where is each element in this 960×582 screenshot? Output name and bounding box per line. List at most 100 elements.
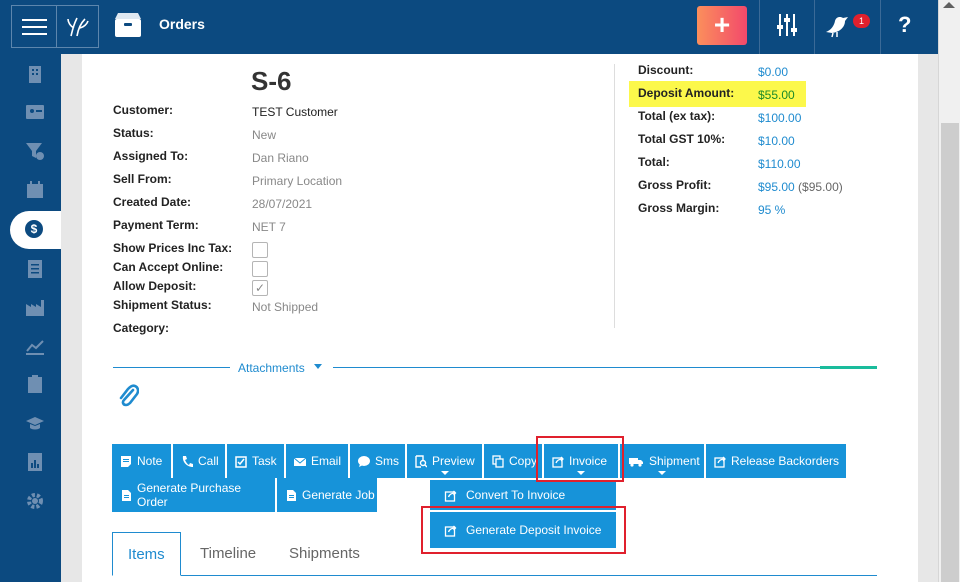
sms-button-label: Sms [375,454,399,468]
vertical-scrollbar[interactable] [938,0,960,582]
email-button[interactable]: Email [286,444,348,478]
copy-button[interactable]: Copy [484,444,542,478]
bird-notification-icon[interactable] [822,12,852,42]
box-icon [115,13,141,37]
created-date-value: 28/07/2021 [252,197,313,211]
created-date-label: Created Date: [113,195,192,209]
total-value: $110.00 [758,157,801,171]
show-prices-inc-tax-label: Show Prices Inc Tax: [113,241,233,255]
sidebar-settings-gear-icon[interactable] [20,491,50,513]
leaf-logo-icon [67,17,89,37]
sidebar-factory-icon[interactable] [20,298,50,320]
total-gst-value: $10.00 [758,134,795,148]
copy-button-label: Copy [509,454,538,468]
category-label: Category: [113,321,170,335]
email-button-label: Email [311,454,342,468]
sidebar-trend-chart-icon[interactable] [20,337,50,359]
menu-line [22,33,47,35]
total-ex-tax-value: $100.00 [758,111,802,125]
sms-button[interactable]: Sms [350,444,405,478]
share-export-icon [444,490,457,502]
allow-deposit-label: Allow Deposit: [113,279,197,293]
menu-line [22,19,47,21]
scrollbar-thumb[interactable] [941,123,959,582]
tab-items[interactable]: Items [112,532,181,576]
toolbar-divider [814,0,815,54]
copy-icon [492,454,504,468]
hamburger-menu-button[interactable] [11,5,56,48]
document-icon [122,489,131,501]
document-icon [287,489,296,501]
tab-timeline[interactable]: Timeline [200,532,256,576]
order-number: S-6 [251,66,292,96]
attachments-divider-left [113,367,230,368]
customer-label: Customer: [113,103,174,117]
generate-job-button[interactable]: Generate Job [277,478,377,512]
sidebar-graduation-cap-icon[interactable] [20,414,50,436]
preview-button[interactable]: Preview [407,444,482,478]
shipment-button-label: Shipment [649,454,700,468]
call-button[interactable]: Call [173,444,225,478]
preview-caret-icon [440,471,449,475]
preview-button-label: Preview [432,454,475,468]
paperclip-icon[interactable] [117,383,139,409]
invoice-highlight-box [536,436,624,482]
release-backorders-button[interactable]: Release Backorders [706,444,846,478]
gross-profit-value: $95.00 ($95.00) [758,180,843,194]
generate-purchase-order-label: Generate Purchase Order [137,481,242,509]
envelope-icon [294,457,306,466]
notification-count-badge: 1 [853,14,870,28]
release-backorders-button-label: Release Backorders [731,454,840,468]
sidebar: $ [0,54,61,582]
deposit-amount-value: $55.00 [758,88,795,102]
attachments-divider-right [333,367,877,368]
note-icon [121,455,131,467]
sidebar-funnel-dollar-icon[interactable] [20,141,50,163]
gross-margin-value: 95 % [758,203,786,217]
scroll-up-arrow-icon[interactable] [943,2,955,8]
total-gst-label: Total GST 10%: [638,132,726,146]
sidebar-list-icon[interactable] [20,259,50,281]
menu-line [22,26,47,28]
shipment-status-value: Not Shipped [252,300,319,314]
attachments-caret-icon[interactable] [314,364,322,369]
discount-value: $0.00 [758,65,789,79]
assigned-to-label: Assigned To: [113,149,189,163]
quick-add-button[interactable]: + [697,6,747,45]
sidebar-clipboard-icon[interactable] [20,374,50,396]
status-label: Status: [113,126,154,140]
allow-deposit-checkbox[interactable]: ✓ [252,280,268,296]
task-checklist-icon [235,455,247,468]
help-button[interactable]: ? [898,12,911,38]
note-button[interactable]: Note [112,444,171,478]
checkmark-icon: ✓ [254,281,266,295]
sidebar-contact-card-icon[interactable] [20,102,50,124]
show-prices-inc-tax-checkbox[interactable] [252,242,268,258]
gross-margin-label: Gross Margin: [638,201,720,215]
gross-profit-label: Gross Profit: [638,178,712,192]
sidebar-calendar-icon[interactable] [20,180,50,202]
sell-from-value: Primary Location [252,174,343,188]
attachments-toggle[interactable]: Attachments [238,361,305,375]
filters-sliders-icon[interactable] [772,12,802,42]
payment-term-label: Payment Term: [113,218,199,232]
payment-term-value: NET 7 [252,220,286,234]
sell-from-label: Sell From: [113,172,172,186]
generate-purchase-order-button[interactable]: Generate Purchase Order [112,478,275,512]
total-label: Total: [638,155,670,169]
details-divider [614,64,615,328]
status-value: New [252,128,277,142]
shipment-caret-icon [658,471,666,475]
shipment-status-label: Shipment Status: [113,298,212,312]
sidebar-report-icon[interactable] [20,452,50,474]
gross-profit-amount: $95.00 [758,180,795,194]
share-export-icon [714,456,726,468]
tab-shipments[interactable]: Shipments [289,532,360,576]
customer-value[interactable]: TEST Customer [252,105,338,119]
can-accept-online-checkbox[interactable] [252,261,268,277]
app-logo-button[interactable] [56,5,99,48]
task-button[interactable]: Task [227,444,284,478]
shipment-button[interactable]: Shipment [620,444,704,478]
sidebar-dollar-icon[interactable]: $ [25,220,43,238]
sidebar-building-icon[interactable] [20,64,50,86]
